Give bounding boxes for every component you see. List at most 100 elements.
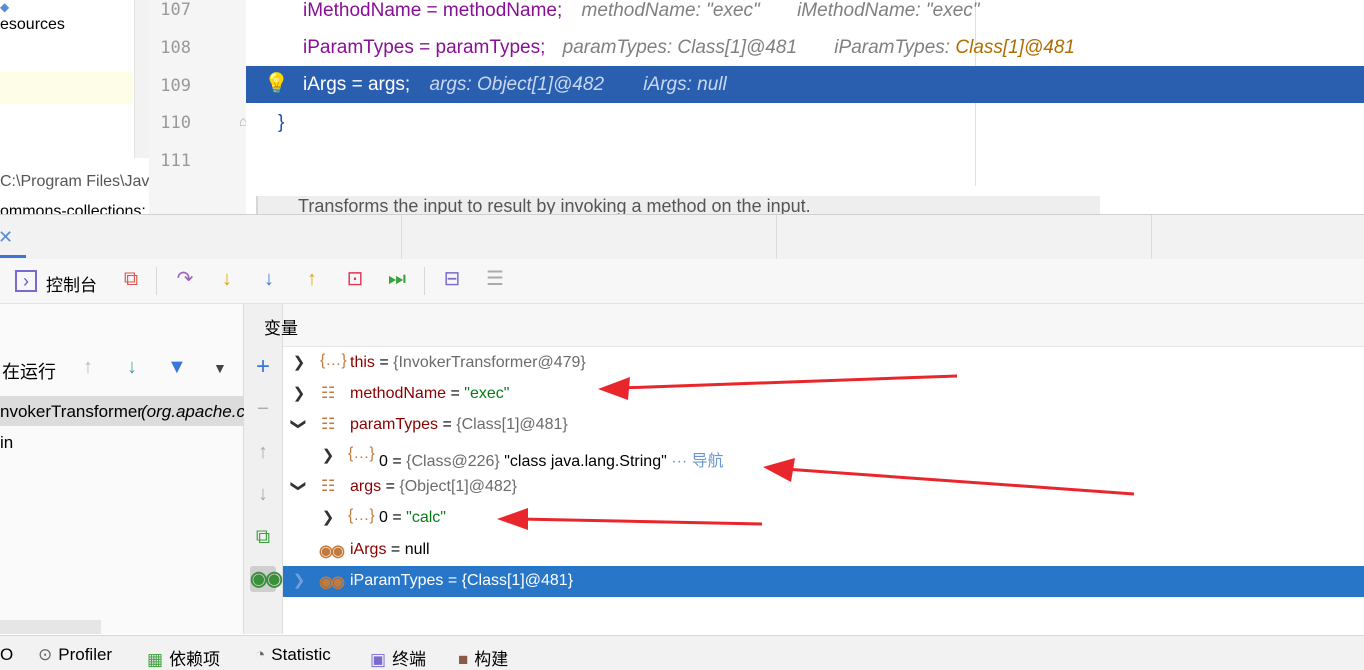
- line-number: 108: [160, 38, 191, 58]
- tool-tab-todo[interactable]: O: [0, 645, 13, 665]
- toolbar-divider: [156, 267, 157, 295]
- move-down-icon[interactable]: ↓: [250, 481, 276, 507]
- tool-tab-dependencies[interactable]: ▦ 依赖项: [147, 645, 220, 670]
- variable-name: 0: [379, 453, 388, 470]
- duplicate-icon[interactable]: ⧉: [250, 524, 276, 550]
- tool-tab-build[interactable]: ■ 构建: [458, 645, 508, 670]
- variable-value: "calc": [406, 509, 446, 526]
- variable-name: methodName: [350, 385, 447, 402]
- execution-point-line[interactable]: 💡 iArgs = args; args: Object[1]@482 iArg…: [246, 66, 1364, 103]
- collapse-icon[interactable]: ❯: [290, 416, 308, 432]
- down-arrow-icon[interactable]: ↓: [127, 356, 137, 379]
- layout-icon[interactable]: ⧉: [118, 267, 144, 293]
- watch-name: iParamTypes: [350, 572, 444, 589]
- collapse-icon[interactable]: ❯: [290, 478, 308, 494]
- variable-row[interactable]: ❯ ☷ methodName = "exec": [283, 379, 1364, 410]
- force-step-into-icon[interactable]: ↓: [256, 267, 282, 293]
- watch-name: iArgs: [350, 541, 387, 558]
- inline-hint: paramTypes: Class[1]@481: [562, 37, 798, 58]
- frames-toolbar: 在运行 ↑ ↓ ▼ ▼: [0, 348, 243, 392]
- code-text: iParamTypes = paramTypes;: [303, 37, 546, 58]
- run-to-cursor-icon[interactable]: ⏭: [384, 267, 410, 293]
- tab-divider: [401, 215, 402, 259]
- show-watches-icon[interactable]: ◉◉: [250, 566, 283, 592]
- toolbar-divider: [424, 267, 425, 295]
- field-icon: ☷: [321, 385, 336, 402]
- variable-row[interactable]: ❯ ☷ args = {Object[1]@482}: [283, 472, 1364, 503]
- equals-sign: =: [374, 354, 394, 371]
- statistic-icon: ◔: [255, 645, 266, 664]
- javadoc-text: Transforms the input to result by invoki…: [298, 196, 811, 214]
- variable-value: {Class@226}: [406, 453, 500, 470]
- code-line-107: iMethodName = methodName; methodName: "e…: [303, 0, 980, 22]
- variable-row[interactable]: ❯ {…} 0 = {Class@226} "class java.lang.S…: [283, 441, 1364, 472]
- frame-method[interactable]: nvokerTransformer: [0, 402, 143, 422]
- line-number: 110: [160, 113, 191, 133]
- expand-icon[interactable]: ❯: [291, 384, 307, 402]
- chevron-down-icon[interactable]: ▼: [213, 360, 227, 376]
- inline-hint: iArgs: null: [643, 74, 727, 95]
- project-tree-highlight: [0, 72, 134, 104]
- tree-item-library[interactable]: ommons-collections:: [0, 203, 146, 214]
- up-arrow-icon[interactable]: ↑: [83, 356, 93, 379]
- profiler-icon: ⊙: [38, 645, 53, 664]
- variable-description: "class java.lang.String": [504, 453, 667, 470]
- navigate-link[interactable]: ··· 导航: [671, 453, 723, 470]
- tree-item-jdk[interactable]: C:\Program Files\Jav: [0, 173, 149, 191]
- equals-sign: =: [386, 541, 405, 558]
- watch-row-selected[interactable]: ❯ ◉◉ iParamTypes = {Class[1]@481}: [283, 566, 1364, 597]
- step-over-icon[interactable]: ↷: [172, 267, 198, 293]
- add-watch-icon[interactable]: +: [250, 354, 276, 380]
- variable-name: paramTypes: [350, 416, 439, 433]
- code-line-108: iParamTypes = paramTypes; paramTypes: Cl…: [303, 37, 1075, 59]
- dependencies-icon: ▦: [147, 650, 164, 669]
- close-icon[interactable]: ✕: [0, 227, 13, 248]
- expand-icon[interactable]: ❯: [291, 571, 307, 589]
- frame-package[interactable]: (org.apache.c: [141, 402, 245, 422]
- variable-value: "exec": [464, 385, 510, 402]
- watch-row[interactable]: ◉◉ iArgs = null: [283, 535, 1364, 566]
- editor-gutter: 107 108 109 110 111 ⌂: [149, 0, 247, 214]
- expand-icon[interactable]: ❯: [320, 446, 336, 464]
- variables-title: 变量: [264, 319, 298, 338]
- inline-hint: args: Object[1]@482: [429, 74, 605, 95]
- variable-row[interactable]: ❯ {…} 0 = "calc": [283, 503, 1364, 534]
- variable-name: 0: [379, 509, 388, 526]
- debug-tab-strip: ✕: [0, 214, 1364, 260]
- frames-scrollbar[interactable]: [0, 620, 101, 634]
- tab-console[interactable]: 控制台: [46, 271, 97, 296]
- equals-sign: =: [443, 572, 462, 589]
- evaluate-icon[interactable]: ⊟: [439, 267, 465, 293]
- filter-icon[interactable]: ▼: [167, 356, 187, 379]
- remove-watch-icon[interactable]: −: [250, 396, 276, 422]
- project-tree-scrollbar[interactable]: [134, 0, 149, 158]
- line-number: 107: [160, 0, 191, 20]
- code-line-109: iArgs = args; args: Object[1]@482 iArgs:…: [303, 74, 727, 96]
- thread-status[interactable]: 在运行: [2, 358, 56, 384]
- tree-item-resources[interactable]: esources: [0, 16, 65, 34]
- step-out-icon[interactable]: ↑: [299, 267, 325, 293]
- terminal-icon: ▣: [370, 650, 387, 669]
- tool-tab-terminal[interactable]: ▣ 终端: [370, 645, 426, 670]
- code-editor[interactable]: iMethodName = methodName; methodName: "e…: [246, 0, 1364, 214]
- equals-sign: =: [387, 509, 407, 526]
- lightbulb-icon[interactable]: 💡: [264, 71, 289, 96]
- step-into-icon[interactable]: ↓: [214, 267, 240, 293]
- frame-row[interactable]: in: [0, 433, 13, 453]
- trace-icon[interactable]: ☰: [482, 267, 508, 293]
- tool-tab-statistic[interactable]: ◔ Statistic: [255, 645, 331, 665]
- tool-tab-profiler[interactable]: ⊙ Profiler: [38, 645, 112, 665]
- variable-row[interactable]: ❯ ☷ paramTypes = {Class[1]@481}: [283, 410, 1364, 441]
- console-icon[interactable]: ›: [15, 270, 37, 292]
- expand-icon[interactable]: ❯: [291, 353, 307, 371]
- object-icon: {…}: [348, 507, 375, 524]
- variable-row[interactable]: ❯ {…} this = {InvokerTransformer@479}: [283, 348, 1364, 379]
- move-up-icon[interactable]: ↑: [250, 439, 276, 465]
- drop-frame-icon[interactable]: ⊡: [342, 267, 368, 293]
- active-tab-indicator: [0, 255, 26, 258]
- expand-icon[interactable]: ❯: [320, 508, 336, 526]
- equals-sign: =: [438, 416, 457, 433]
- equals-sign: =: [387, 453, 407, 470]
- object-icon: {…}: [320, 352, 347, 369]
- equals-sign: =: [381, 478, 400, 495]
